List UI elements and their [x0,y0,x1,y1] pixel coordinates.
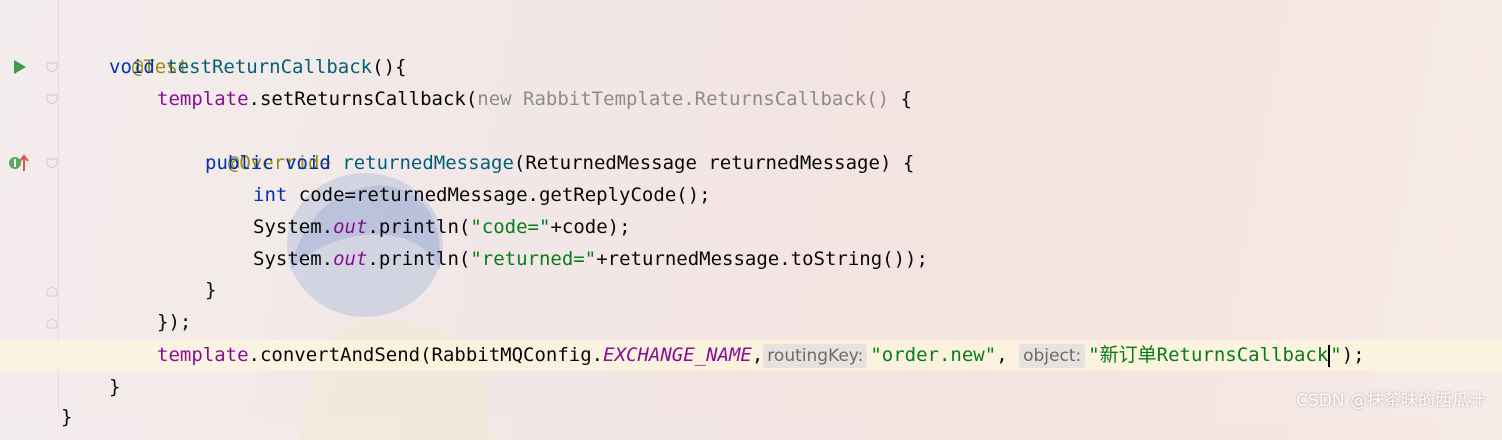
anonymous-class-text: new RabbitTemplate.ReturnsCallback() [477,88,890,110]
fold-marker-icon[interactable] [46,62,58,73]
code-text: (ReturnedMessage returnedMessage) { [513,152,915,174]
code-text: } [109,376,121,398]
implements-method-icon[interactable] [8,154,30,172]
code-text: +returnedMessage.toString()); [596,248,928,270]
watermark: CSDN @抹茶味的西瓜汁 [1296,391,1486,411]
code-text: code=returnedMessage.getReplyCode(); [287,184,711,206]
code-line-8[interactable]: System.out.println("returned="+returnedM… [253,243,928,275]
code-text: } [61,406,73,428]
fold-marker-icon[interactable] [46,94,58,105]
keyword: public void [205,152,331,174]
code-line-1[interactable]: @Test [109,19,189,78]
code-text: (){ [372,56,407,78]
code-line-11[interactable]: template.convertAndSend(RabbitMQConfig.E… [157,339,1365,371]
code-line-13[interactable]: } [61,401,72,433]
code-line-3[interactable]: template.setReturnsCallback(new RabbitTe… [157,83,912,115]
string-literal: "returned=" [470,248,597,270]
code-text: +code); [550,216,631,238]
method-name: returnedMessage [342,152,514,174]
code-text: ); [1341,344,1365,366]
string-literal: " [1330,344,1342,366]
method-name: testReturnCallback [166,56,373,78]
fold-marker-icon[interactable] [46,318,58,329]
code-text: System. [253,248,334,270]
code-text: .println( [367,216,471,238]
code-text: .convertAndSend(RabbitMQConfig. [248,344,604,366]
code-line-2[interactable]: void testReturnCallback(){ [109,51,406,83]
parameter-hint-object: object: [1019,344,1086,368]
code-line-10[interactable]: }); [157,306,191,338]
static-field: out [333,248,368,270]
code-line-5[interactable]: public void returnedMessage(ReturnedMess… [205,147,914,179]
parameter-hint-routing-key: routingKey: [763,344,868,368]
code-text: System. [253,216,334,238]
code-text: , [996,344,1008,366]
code-text: .setReturnsCallback( [248,88,478,110]
code-line-6[interactable]: int code=returnedMessage.getReplyCode(); [253,179,711,211]
field-reference: template [157,88,249,110]
string-literal: "code=" [470,216,551,238]
string-literal: "新订单ReturnsCallback [1088,344,1329,366]
run-test-icon[interactable] [13,59,27,75]
code-line-9[interactable]: } [205,274,216,306]
fold-marker-icon[interactable] [46,286,58,297]
fold-marker-icon[interactable] [46,158,58,169]
static-field: out [333,216,368,238]
string-literal: "order.new" [870,344,997,366]
code-text: } [205,279,217,301]
keyword: int [253,184,288,206]
code-text: , [751,344,764,366]
code-line-12[interactable]: } [109,371,120,403]
code-text: .println( [367,248,471,270]
code-line-4[interactable]: @Override [205,115,331,174]
field-reference: template [157,344,249,366]
keyword: void [109,56,155,78]
code-text: { [889,88,912,110]
constant-reference: EXCHANGE_NAME [603,344,752,366]
code-text: }); [157,311,192,333]
code-line-7[interactable]: System.out.println("code="+code); [253,211,631,243]
